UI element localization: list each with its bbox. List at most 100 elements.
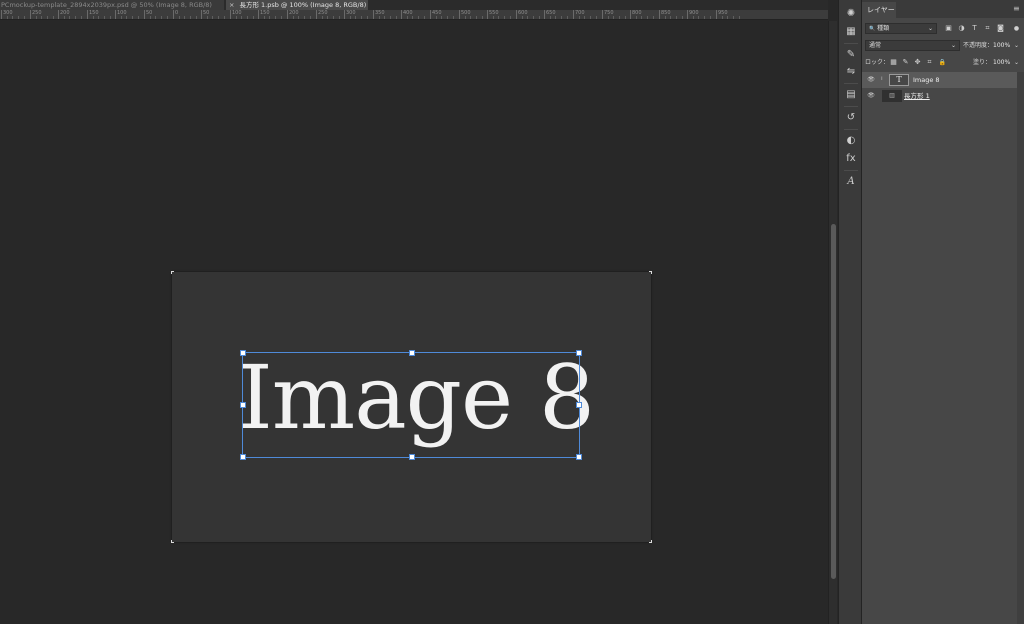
learn-icon[interactable]: ✺ xyxy=(843,6,859,22)
panel-scrollbar-track[interactable] xyxy=(1017,72,1024,624)
ruler-minor-tick xyxy=(522,16,523,19)
ruler-minor-tick xyxy=(510,16,511,19)
visibility-eye-icon[interactable]: 👁 xyxy=(866,91,876,101)
libraries-icon[interactable]: ▦ xyxy=(843,24,859,40)
layer-comps-icon[interactable]: ▤ xyxy=(843,87,859,103)
ruler-minor-tick xyxy=(69,16,70,19)
ruler-minor-tick xyxy=(218,16,219,19)
vertical-scrollbar[interactable] xyxy=(828,21,837,624)
filter-shape-icon[interactable]: ⌗ xyxy=(983,23,992,34)
ruler-minor-tick xyxy=(350,16,351,19)
ruler-minor-tick xyxy=(355,16,356,19)
ruler-minor-tick xyxy=(710,16,711,19)
blend-mode-select[interactable]: 通常 ⌄ xyxy=(865,40,960,51)
opacity-label: 不透明度： xyxy=(963,42,994,49)
chevron-down-icon[interactable]: ⌄ xyxy=(1014,57,1019,68)
canvas-area[interactable]: Image 8 xyxy=(0,21,828,624)
adjust-sliders-icon[interactable]: ⇋ xyxy=(843,64,859,80)
lock-artboard-icon[interactable]: ⌗ xyxy=(925,57,934,68)
transform-handle-bottom-right[interactable] xyxy=(576,454,582,460)
ruler-minor-tick xyxy=(390,16,391,19)
layer-filter-row: 🔍 種類 ⌄ ▣ ◑ T ⌗ ◙ ● xyxy=(865,23,1021,34)
panel-menu-icon[interactable]: ≡ xyxy=(1013,4,1021,14)
scrollbar-thumb[interactable] xyxy=(831,224,836,579)
ruler-minor-tick xyxy=(641,16,642,19)
document-tab-rectangle[interactable]: × 長方形 1.psb @ 100% (Image 8, RGB/8) xyxy=(226,0,368,10)
character-icon[interactable]: A xyxy=(843,174,859,190)
ruler-minor-tick xyxy=(682,16,683,19)
filter-type-icon[interactable]: T xyxy=(970,23,979,34)
document-tab-label: PCmockup-template_2894x2039px.psd @ 50% … xyxy=(1,1,212,9)
horizontal-ruler[interactable]: 300 250 200 150 100 50 0 50 100 150 200 250 300 350 40… xyxy=(0,10,828,20)
filter-toggle-icon[interactable]: ● xyxy=(1012,23,1021,34)
close-icon[interactable]: × xyxy=(229,1,234,9)
adjustments-icon[interactable]: ◐ xyxy=(843,133,859,149)
ruler-minor-tick xyxy=(539,16,540,19)
ruler-minor-tick xyxy=(739,16,740,19)
document-tab-pc-mockup[interactable]: PCmockup-template_2894x2039px.psd @ 50% … xyxy=(0,0,224,10)
layer-thumbnail: ▥ xyxy=(882,90,902,102)
transform-handle-top-right[interactable] xyxy=(576,350,582,356)
opacity-field[interactable]: 100% xyxy=(993,40,1010,51)
search-icon: 🔍 xyxy=(869,26,876,32)
lock-label: ロック： xyxy=(865,59,890,66)
chevron-down-icon[interactable]: ⌄ xyxy=(1014,40,1019,51)
styles-icon[interactable]: fx xyxy=(843,151,859,167)
ruler-minor-tick xyxy=(310,16,311,19)
ruler-minor-tick xyxy=(722,16,723,19)
history-icon[interactable]: ↺ xyxy=(843,110,859,126)
artboard[interactable]: Image 8 xyxy=(171,271,652,543)
ruler-minor-tick xyxy=(253,16,254,19)
divider xyxy=(844,170,858,171)
ruler-minor-tick xyxy=(184,16,185,19)
ruler-minor-tick xyxy=(476,16,477,19)
ruler-minor-tick xyxy=(384,16,385,19)
ruler-minor-tick xyxy=(527,16,528,19)
layer-row[interactable]: 👁 ▥ 長方形 1 xyxy=(862,88,1017,104)
ruler-minor-tick xyxy=(733,16,734,19)
transform-handle-bottom[interactable] xyxy=(409,454,415,460)
transform-handle-top[interactable] xyxy=(409,350,415,356)
filter-pixel-icon[interactable]: ▣ xyxy=(944,23,953,34)
transform-handle-right[interactable] xyxy=(576,402,582,408)
ruler-minor-tick xyxy=(418,16,419,19)
fill-field[interactable]: 100% xyxy=(993,57,1010,68)
ruler-minor-tick xyxy=(579,16,580,19)
lock-transparent-pixels-icon[interactable]: ▦ xyxy=(889,57,898,68)
layer-kind-filter-select[interactable]: 🔍 種類 ⌄ xyxy=(865,23,937,34)
ruler-minor-tick xyxy=(412,16,413,19)
ruler-minor-tick xyxy=(555,16,556,19)
layer-name[interactable]: 長方形 1 xyxy=(904,88,930,104)
transform-handle-left[interactable] xyxy=(240,402,246,408)
filter-adjustment-icon[interactable]: ◑ xyxy=(957,23,966,34)
ruler-minor-tick xyxy=(396,16,397,19)
ruler-minor-tick xyxy=(367,16,368,19)
visibility-eye-icon[interactable]: 👁 xyxy=(866,75,876,85)
layer-row[interactable]: 👁 ı T Image 8 xyxy=(862,72,1017,88)
ruler-minor-tick xyxy=(407,16,408,19)
ruler-minor-tick xyxy=(676,16,677,19)
transform-handle-top-left[interactable] xyxy=(240,350,246,356)
document-tab-bar: PCmockup-template_2894x2039px.psd @ 50% … xyxy=(0,0,828,10)
ruler-minor-tick xyxy=(590,16,591,19)
tab-layers[interactable]: レイヤー xyxy=(862,2,896,18)
lock-image-pixels-icon[interactable]: ✎ xyxy=(901,57,910,68)
transform-handle-bottom-left[interactable] xyxy=(240,454,246,460)
photoshop-window: PCmockup-template_2894x2039px.psd @ 50% … xyxy=(0,0,1024,624)
ruler-minor-tick xyxy=(453,16,454,19)
layer-name[interactable]: Image 8 xyxy=(913,72,940,88)
ruler-minor-tick xyxy=(12,16,13,19)
brush-settings-icon[interactable]: ✎ xyxy=(843,47,859,63)
filter-smart-object-icon[interactable]: ◙ xyxy=(996,23,1005,34)
ruler-minor-tick xyxy=(53,16,54,19)
ruler-minor-tick xyxy=(47,16,48,19)
lock-position-icon[interactable]: ✥ xyxy=(913,57,922,68)
panel-tab-bar: レイヤー ≡ xyxy=(862,0,1024,18)
ruler-minor-tick xyxy=(167,16,168,19)
ruler-minor-tick xyxy=(339,16,340,19)
lock-all-icon[interactable]: 🔒 xyxy=(938,57,947,68)
ruler-minor-tick xyxy=(482,16,483,19)
ruler-minor-tick xyxy=(693,16,694,19)
transform-bounding-box[interactable] xyxy=(240,350,582,460)
ruler-minor-tick xyxy=(121,16,122,19)
